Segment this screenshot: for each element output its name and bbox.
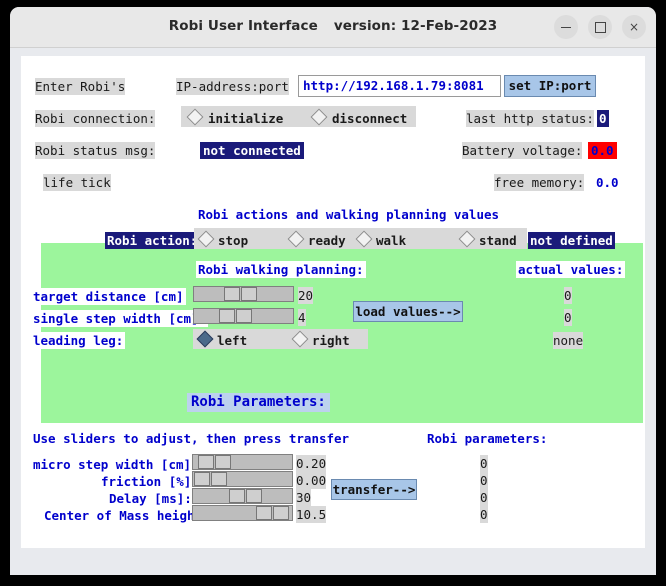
slider-thumb[interactable] [219,309,235,323]
option-label-walk: walk [376,233,407,248]
ip-address-input[interactable]: http://192.168.1.79:8081 [298,75,501,97]
robi-status-msg-value: not connected [200,142,304,159]
single-step-width-actual: 0 [564,309,572,326]
slider-thumb[interactable] [224,287,240,301]
set-ip-port-button[interactable]: set IP:port [504,75,596,97]
slider-thumb[interactable] [198,455,214,469]
slider-thumb-secondary[interactable] [236,309,252,323]
battery-voltage-value: 0.0 [588,142,617,159]
life-tick-label: life tick [43,174,111,191]
center-of-mass-height-label: Center of Mass height: [44,508,210,523]
action-state-value: not defined [528,232,615,249]
minimize-button[interactable] [554,15,578,39]
slider-thumb[interactable] [194,472,210,486]
ip-address-value: http://192.168.1.79:8081 [303,78,484,93]
parameters-hint: Use sliders to adjust, then press transf… [33,431,350,446]
window-title-text: Robi User Interface [168,18,318,34]
single-step-width-slider[interactable] [193,308,294,324]
window-content: Enter Robi's IP-address:port http://192.… [10,48,656,555]
option-label-ready: ready [308,233,346,248]
target-distance-value: 20 [298,287,314,304]
battery-voltage-label: Battery voltage: [462,142,583,159]
slider-thumb-secondary[interactable] [273,506,289,520]
slider-thumb[interactable] [229,489,245,503]
robi-action-label: Robi action: [105,232,200,249]
http-status-value: 0 [597,110,609,127]
transfer-button[interactable]: transfer--> [331,479,417,500]
robi-connection-label: Robi connection: [35,110,156,127]
close-icon: × [628,20,640,34]
app-window: Robi User Interface version: 12-Feb-2023 … [10,7,656,575]
friction-slider[interactable] [192,471,293,487]
title-bar: Robi User Interface version: 12-Feb-2023 … [10,7,656,48]
app-canvas: Enter Robi's IP-address:port http://192.… [21,56,645,548]
slider-thumb-secondary[interactable] [246,489,262,503]
window-version-text: version: 12-Feb-2023 [333,18,498,34]
leading-leg-left-label: left [217,333,248,348]
load-values-button[interactable]: load values--> [353,301,463,322]
micro-step-width-robi: 0 [480,455,488,472]
center-of-mass-height-robi: 0 [480,506,488,523]
enter-robi-label: Enter Robi's [35,78,126,95]
option-label-stand: stand [479,233,517,248]
micro-step-width-value: 0.20 [296,455,327,472]
target-distance-slider[interactable] [193,286,294,302]
delay-slider[interactable] [192,488,293,504]
free-memory-label: free memory: [494,174,585,191]
single-step-width-value: 4 [298,309,306,326]
actions-panel-title: Robi actions and walking planning values [196,206,502,223]
leading-leg-actual: none [553,332,584,349]
maximize-button[interactable] [588,15,612,39]
friction-value: 0.00 [296,472,327,489]
delay-value: 30 [296,489,312,506]
initialize-label: initialize [208,111,284,126]
http-status-label: last http status: [466,110,594,127]
close-button[interactable]: × [622,15,646,39]
friction-label: friction [%]: [101,474,199,489]
single-step-width-label: single step width [cm]: [31,310,209,327]
micro-step-width-slider[interactable] [192,454,293,470]
parameters-panel-title: Robi Parameters: [187,393,330,412]
delay-label: Delay [ms]: [109,491,192,506]
disconnect-label: disconnect [332,111,408,126]
actual-values-title: actual values: [516,261,626,278]
center-of-mass-height-slider[interactable] [192,505,293,521]
walking-planning-title: Robi walking planning: [196,261,366,278]
friction-robi: 0 [480,472,488,489]
free-memory-value: 0.0 [596,175,619,190]
maximize-icon [594,22,606,33]
target-distance-actual: 0 [564,287,572,304]
ip-address-label: IP-address:port [176,78,289,95]
leading-leg-label: leading leg: [31,332,126,349]
slider-thumb-secondary[interactable] [211,472,227,486]
delay-robi: 0 [480,489,488,506]
minimize-icon [561,26,571,29]
target-distance-label: target distance [cm] [31,288,186,305]
option-label-stop: stop [218,233,249,248]
leading-leg-right-label: right [312,333,350,348]
center-of-mass-height-value: 10.5 [296,506,327,523]
micro-step-width-label: micro step width [cm]: [33,457,199,472]
slider-thumb-secondary[interactable] [241,287,257,301]
slider-thumb[interactable] [256,506,272,520]
robi-status-msg-label: Robi status msg: [35,142,156,159]
robi-parameters-column-title: Robi parameters: [427,431,548,446]
slider-thumb-secondary[interactable] [215,455,231,469]
